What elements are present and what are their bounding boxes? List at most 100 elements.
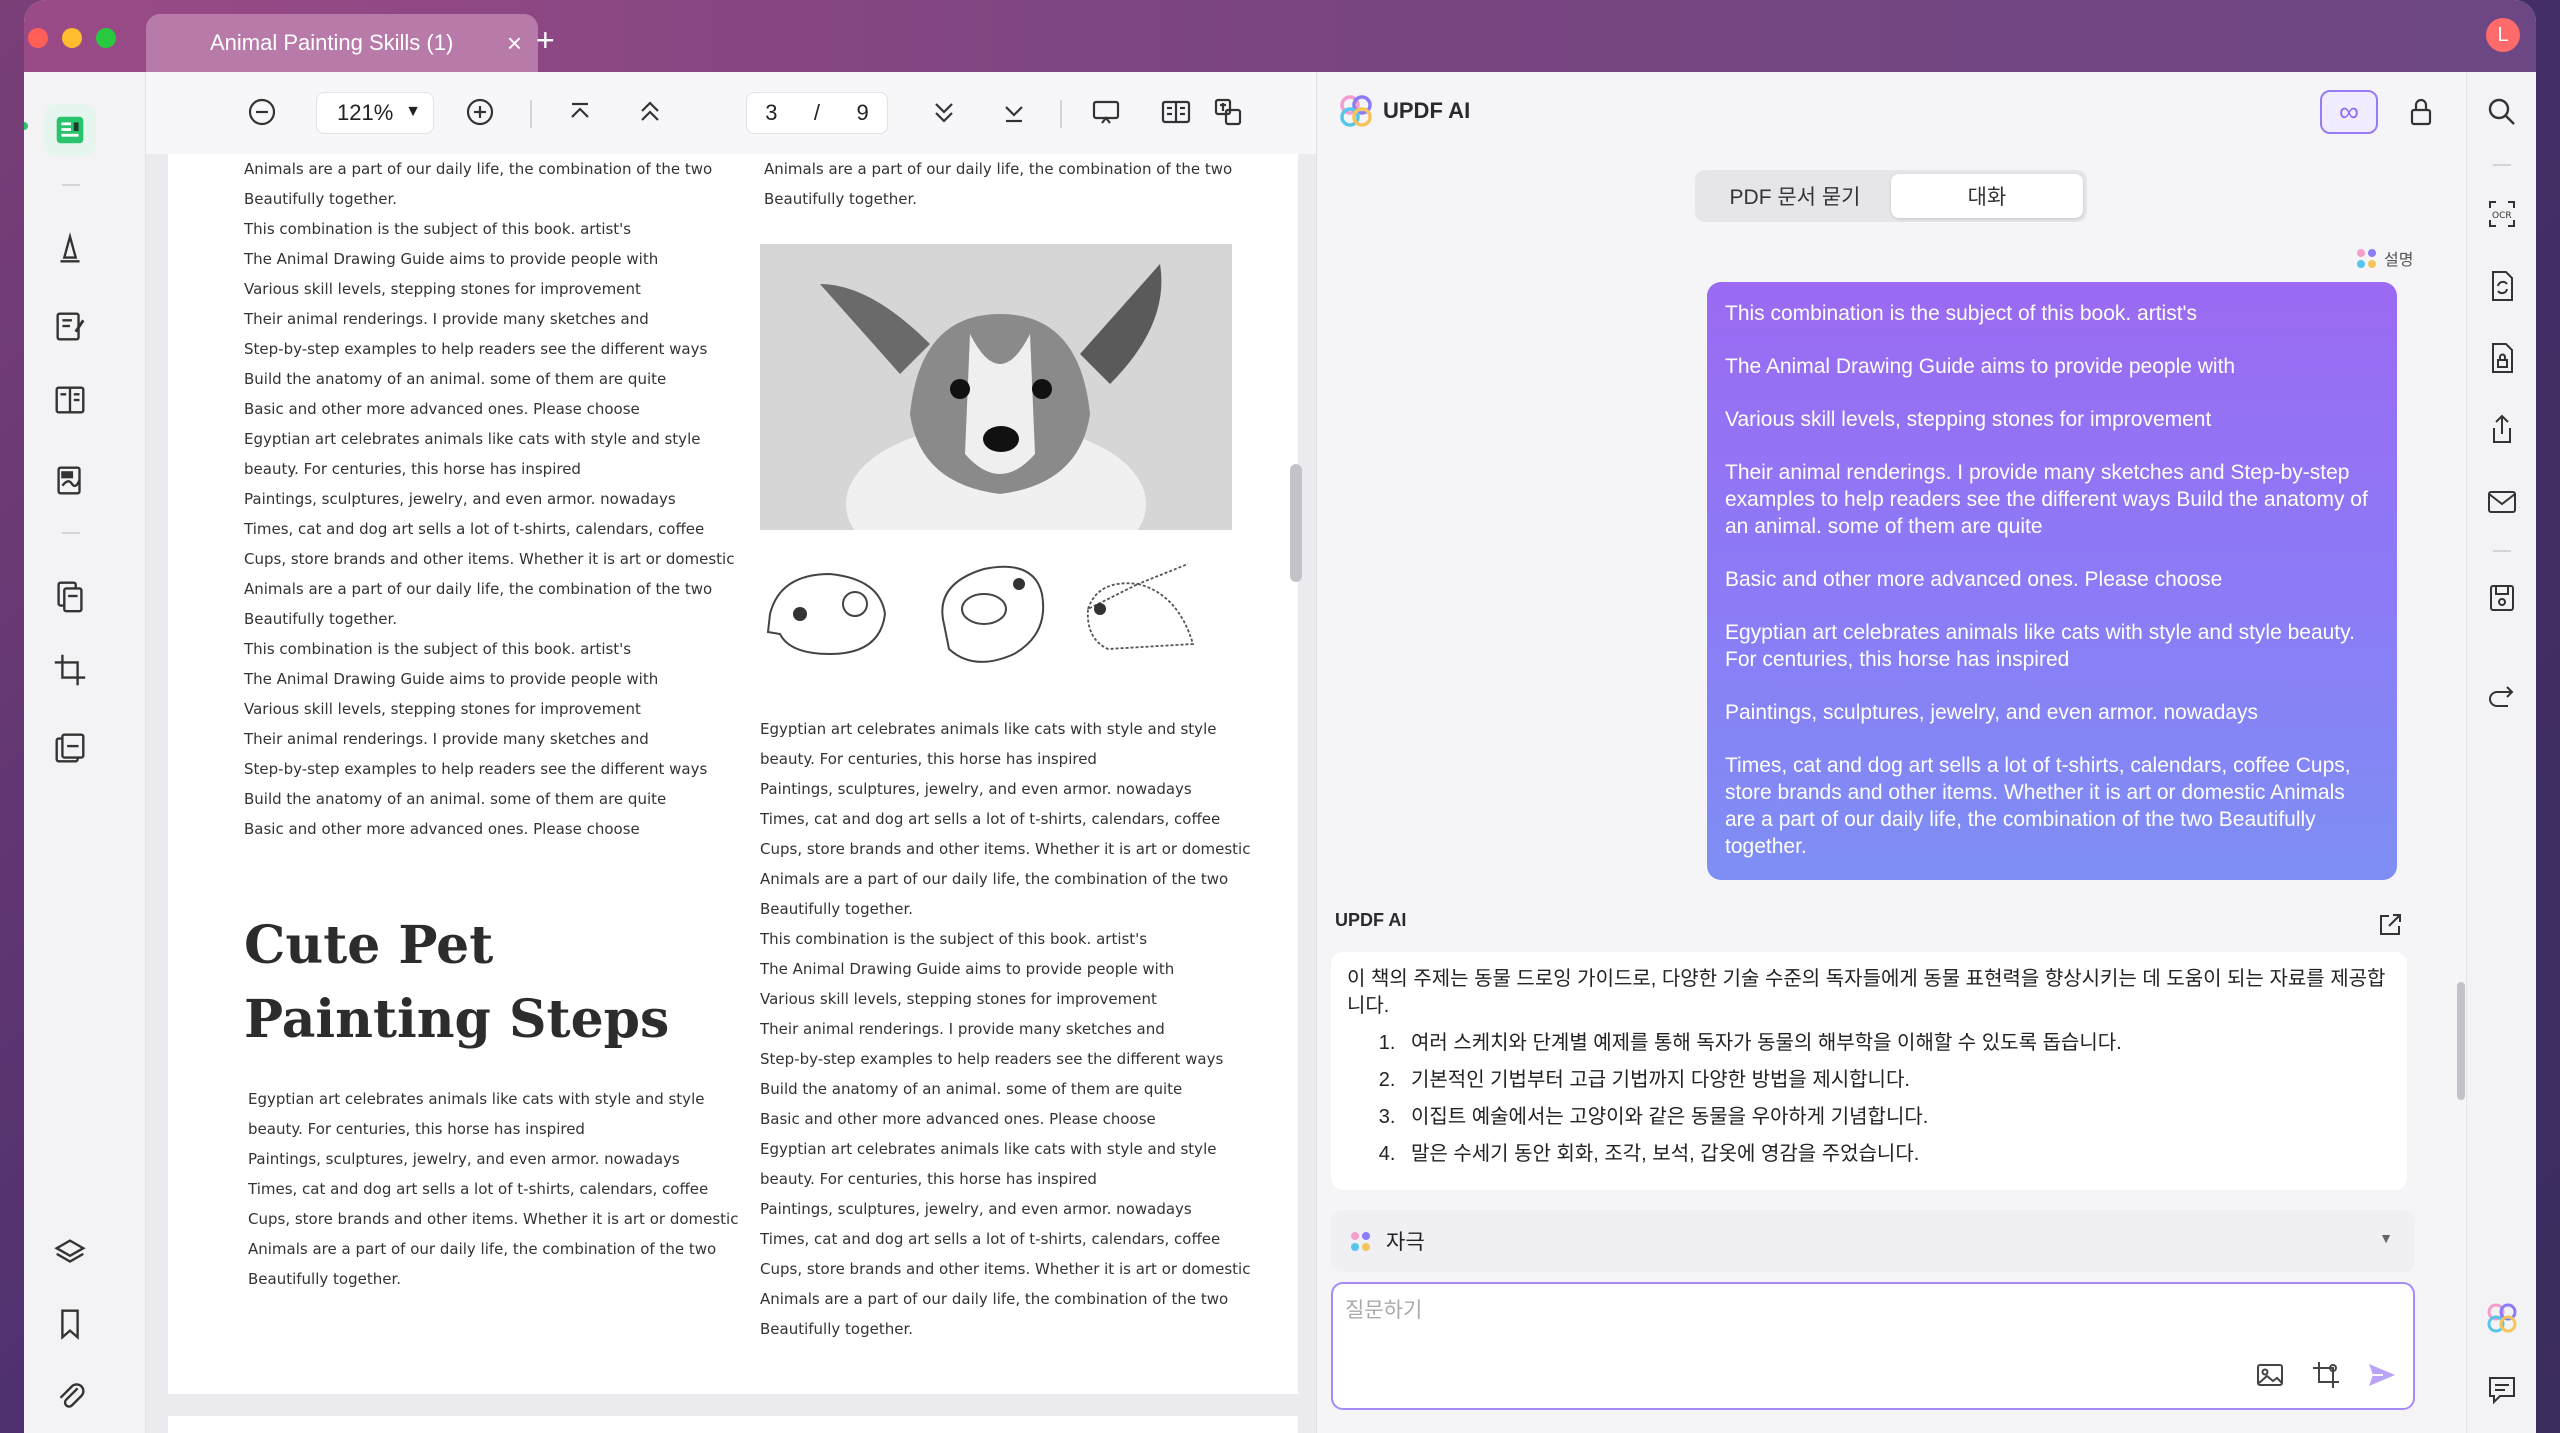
tab-title: Animal Painting Skills (1) [210, 30, 454, 55]
text-line: Animals are a part of our daily life, th… [760, 1290, 1229, 1308]
text-line: This combination is the subject of this … [760, 930, 1148, 948]
search-icon[interactable] [2484, 94, 2520, 130]
text-line: Animals are a part of our daily life, th… [244, 580, 713, 598]
screenshot-crop-icon[interactable] [2309, 1358, 2343, 1392]
avatar[interactable]: L [2486, 18, 2520, 52]
maximize-window-button[interactable] [96, 28, 116, 48]
email-icon[interactable] [2484, 484, 2520, 520]
text-line: Animals are a part of our daily life, th… [248, 1240, 717, 1258]
text-line: Times, cat and dog art sells a lot of t-… [244, 520, 705, 538]
text-line: The Animal Drawing Guide aims to provide… [244, 250, 659, 268]
title-bar: Animal Painting Skills (1) × + L [24, 0, 2536, 72]
explain-tag: 설명 [2357, 246, 2413, 270]
prompt-dots-icon [1351, 1231, 1370, 1251]
send-icon[interactable] [2365, 1358, 2399, 1392]
right-column-bottom: Egyptian art celebrates animals like cat… [760, 714, 1250, 1344]
pdf-scrollbar[interactable] [1290, 464, 1302, 582]
text-line: Build the anatomy of an animal. some of … [760, 1080, 1183, 1098]
ai-scrollbar[interactable] [2457, 982, 2465, 1100]
text-line: Paintings, sculptures, jewelry, and even… [248, 1150, 680, 1168]
text-line: Beautifully together. [244, 190, 398, 208]
answer-item: 말은 수세기 동안 회화, 조각, 보석, 갑옷에 영감을 주었습니다. [1401, 1141, 2391, 1168]
close-tab-icon[interactable]: × [507, 28, 522, 59]
reader-icon[interactable] [44, 104, 96, 156]
previous-page-icon[interactable] [628, 90, 672, 134]
user-message-bubble: This combination is the subject of this … [1707, 282, 2397, 880]
export-icon[interactable] [2375, 910, 2405, 940]
prompt-selected: 자극 [1386, 1231, 1425, 1254]
answer-intro: 이 책의 주제는 동물 드로잉 가이드로, 다양한 기술 수준의 독자들에게 동… [1347, 968, 2386, 1017]
zoom-out-icon[interactable] [240, 90, 284, 134]
minimize-window-button[interactable] [62, 28, 82, 48]
first-page-icon[interactable] [558, 90, 602, 134]
compare-icon[interactable] [44, 722, 96, 774]
fill-sign-icon[interactable] [44, 454, 96, 506]
protect-icon[interactable] [2484, 340, 2520, 376]
text-line: Step-by-step examples to help readers se… [244, 760, 708, 778]
two-page-view-icon[interactable] [1154, 90, 1198, 134]
answer-item: 기본적인 기법부터 고급 기법까지 다양한 방법을 제시합니다. [1401, 1067, 2391, 1094]
explain-label: 설명 [2384, 252, 2414, 269]
organize-pages-icon[interactable] [44, 570, 96, 622]
pdf-viewer[interactable]: Animals are a part of our daily life, th… [146, 154, 1316, 1433]
current-page[interactable]: 3 [765, 100, 777, 126]
text-line: Their animal renderings. I provide many … [760, 1020, 1165, 1038]
message-paragraph: Their animal renderings. I provide many … [1725, 461, 2368, 538]
left-column-top: Animals are a part of our daily life, th… [244, 154, 734, 844]
text-line: beauty. For centuries, this horse has in… [248, 1120, 585, 1138]
text-line: Beautifully together. [764, 190, 918, 208]
text-line: Step-by-step examples to help readers se… [760, 1050, 1224, 1068]
ocr-icon[interactable]: OCR [2484, 196, 2520, 232]
new-tab-icon[interactable]: + [536, 22, 555, 59]
prompt-type-select[interactable]: 자극 ▼ [1331, 1210, 2415, 1272]
document-tab[interactable]: Animal Painting Skills (1) × [146, 14, 538, 72]
page-layout-icon[interactable] [44, 374, 96, 426]
highlight-icon[interactable] [44, 222, 96, 274]
convert-icon[interactable] [2484, 268, 2520, 304]
lock-icon[interactable] [2403, 94, 2439, 130]
tab-chat[interactable]: 대화 [1891, 174, 2083, 218]
zoom-select[interactable]: 121% ▼ [316, 92, 434, 134]
svg-text:OCR: OCR [2492, 211, 2512, 221]
tab-ask-pdf[interactable]: PDF 문서 묻기 [1699, 174, 1891, 218]
close-window-button[interactable] [28, 28, 48, 48]
text-line: Egyptian art celebrates animals like cat… [248, 1090, 705, 1108]
save-icon[interactable] [2484, 580, 2520, 616]
infinity-icon[interactable]: ∞ [2320, 90, 2378, 134]
next-page-icon[interactable] [922, 90, 966, 134]
ai-mode-switch: PDF 문서 묻기 대화 [1695, 170, 2087, 222]
text-line: Cups, store brands and other items. Whet… [248, 1210, 739, 1228]
layers-icon[interactable] [44, 1226, 96, 1278]
crop-icon[interactable] [44, 644, 96, 696]
message-paragraph: Egyptian art celebrates animals like cat… [1725, 621, 2355, 671]
ai-question-input[interactable] [1345, 1294, 2245, 1344]
text-line: Egyptian art celebrates animals like cat… [760, 1140, 1217, 1158]
zoom-in-icon[interactable] [458, 90, 502, 134]
edit-text-icon[interactable] [44, 300, 96, 352]
page-heading: Cute Pet Painting Steps [244, 915, 670, 1050]
text-line: Animals are a part of our daily life, th… [760, 870, 1229, 888]
presentation-icon[interactable] [1084, 90, 1128, 134]
comment-icon[interactable] [2484, 1372, 2520, 1408]
message-paragraph: This combination is the subject of this … [1725, 302, 2198, 325]
bookmark-icon[interactable] [44, 1298, 96, 1350]
last-page-icon[interactable] [992, 90, 1036, 134]
app-window: Animal Painting Skills (1) × + L 121% ▼ … [24, 0, 2536, 1433]
text-line: The Animal Drawing Guide aims to provide… [244, 670, 659, 688]
prompt-dots-icon [2357, 248, 2376, 268]
text-line: Egyptian art celebrates animals like cat… [244, 430, 701, 448]
text-line: Animals are a part of our daily life, th… [764, 160, 1233, 178]
undo-icon[interactable] [2484, 680, 2520, 716]
left-tool-rail [24, 72, 146, 1433]
updf-ai-icon[interactable] [2484, 1300, 2520, 1336]
share-icon[interactable] [2484, 412, 2520, 448]
total-pages: 9 [856, 100, 869, 125]
text-line: Cups, store brands and other items. Whet… [760, 840, 1251, 858]
text-line: The Animal Drawing Guide aims to provide… [760, 960, 1175, 978]
text-line: beauty. For centuries, this horse has in… [244, 460, 581, 478]
right-column-top: Animals are a part of our daily life, th… [764, 154, 1232, 214]
page-indicator[interactable]: 3 / 9 [746, 92, 888, 134]
translate-icon[interactable] [1206, 90, 1250, 134]
attachment-icon[interactable] [44, 1368, 96, 1420]
image-upload-icon[interactable] [2253, 1358, 2287, 1392]
